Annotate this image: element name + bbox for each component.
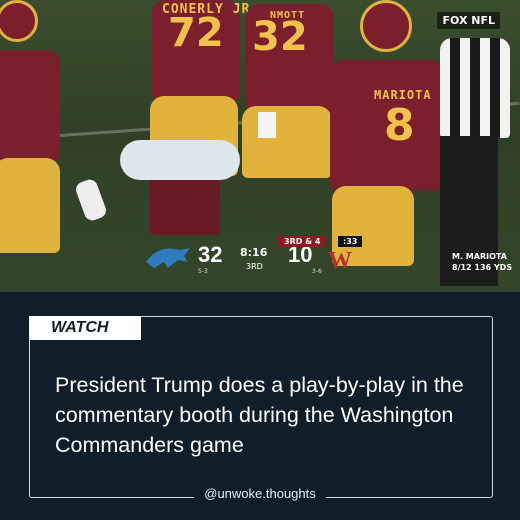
quarter: 3RD — [246, 262, 263, 271]
player-32-pants — [242, 106, 332, 178]
player-stat-line: 8/12 136 YDS — [452, 263, 513, 272]
player-lions-down — [120, 140, 240, 180]
handle-text: @unwoke.thoughts — [194, 486, 326, 501]
home-record: 5-3 — [198, 268, 208, 275]
home-score: 32 — [198, 242, 223, 267]
watch-tag: WATCH — [29, 316, 141, 340]
player-left-helmet — [0, 0, 38, 42]
player-32-number: 32 — [252, 14, 308, 60]
glove-icon — [73, 177, 109, 223]
player-72-number: 72 — [168, 10, 224, 56]
game-clock: 8:16 — [240, 246, 268, 259]
player-stat-name: M. MARIOTA — [452, 252, 507, 261]
player-8-number: 8 — [384, 100, 415, 151]
play-clock: :33 — [338, 236, 363, 247]
network-logo: FOX NFL — [437, 12, 500, 29]
player-8-helmet — [360, 0, 412, 52]
commanders-logo-icon: W — [328, 248, 352, 274]
headline: President Trump does a play-by-play in t… — [55, 373, 464, 457]
video-frame[interactable]: CONERLY JR 72 NMOTT 32 MARIOTA 8 FOX NFL… — [0, 0, 520, 292]
away-record: 3-6 — [312, 268, 322, 275]
player-left-jersey — [0, 50, 60, 160]
lions-logo-icon — [146, 248, 190, 268]
account-handle: @unwoke.thoughts — [0, 486, 520, 501]
towel-icon — [258, 112, 276, 138]
player-left-pants — [0, 158, 60, 253]
referee-shirt — [440, 38, 510, 138]
down-distance: 3RD & 4 — [278, 236, 327, 247]
scoreboard: 32 5-3 8:16 3RD 10 3-6 3RD & 4 :33 W — [142, 236, 382, 278]
